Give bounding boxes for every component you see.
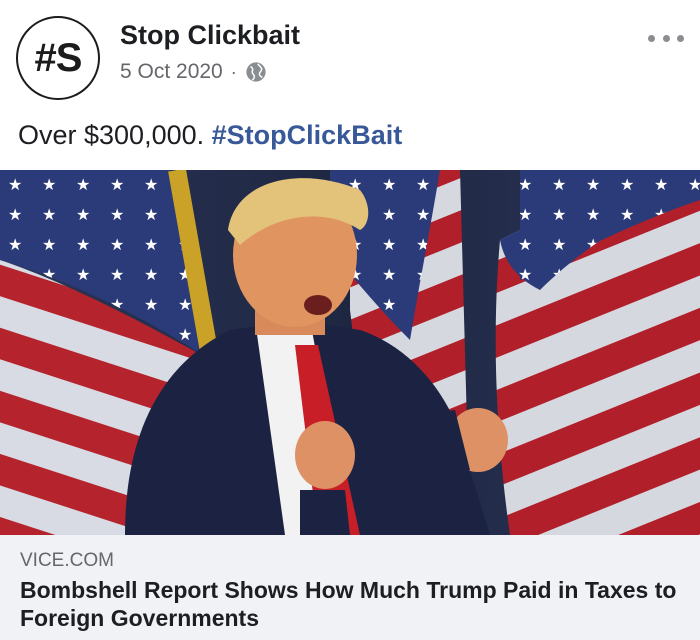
post-meta: 5 Oct 2020 · bbox=[120, 60, 267, 84]
more-options-icon[interactable] bbox=[648, 28, 684, 48]
post-text: Over $300,000. #StopClickBait bbox=[18, 120, 402, 151]
post-date[interactable]: 5 Oct 2020 bbox=[120, 60, 223, 84]
globe-icon bbox=[246, 62, 266, 82]
avatar-text: #S bbox=[34, 35, 83, 80]
page-name[interactable]: Stop Clickbait bbox=[120, 20, 300, 51]
photo-illustration: ★ bbox=[0, 170, 700, 535]
post-header: #S Stop Clickbait 5 Oct 2020 · bbox=[0, 0, 700, 112]
hashtag-link[interactable]: #StopClickBait bbox=[212, 120, 403, 150]
link-domain: VICE.COM bbox=[20, 550, 114, 571]
link-headline[interactable]: Bombshell Report Shows How Much Trump Pa… bbox=[20, 576, 680, 632]
page-avatar[interactable]: #S bbox=[16, 16, 100, 100]
meta-separator: · bbox=[230, 61, 237, 82]
link-preview-image[interactable]: ★ bbox=[0, 170, 700, 535]
link-preview-card[interactable]: VICE.COM Bombshell Report Shows How Much… bbox=[0, 535, 700, 640]
post-text-body: Over $300,000. bbox=[18, 120, 205, 150]
